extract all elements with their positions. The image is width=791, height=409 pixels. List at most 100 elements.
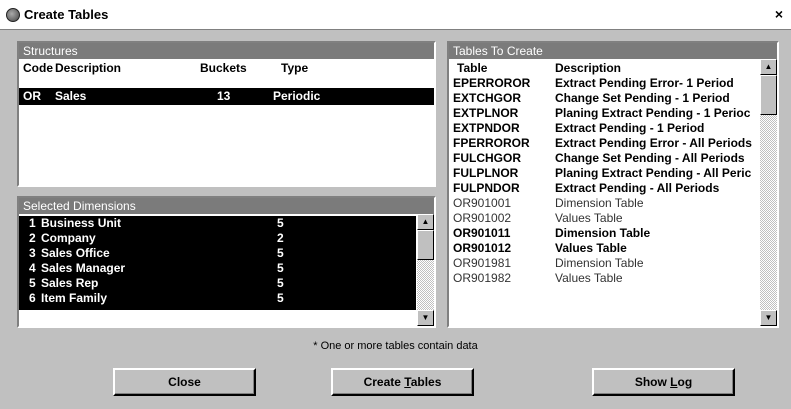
tables-scrollbar[interactable]: ▲ ▼: [760, 59, 777, 326]
dimension-index: 6: [29, 291, 36, 305]
dimension-value: 2: [277, 231, 284, 245]
table-name: OR901001: [453, 196, 512, 210]
table-description: Planing Extract Pending - All Peric: [555, 166, 752, 180]
dimension-index: 2: [29, 231, 36, 245]
close-icon[interactable]: ×: [771, 6, 787, 22]
dimension-row[interactable]: 3 Sales Office 5: [19, 246, 416, 261]
structure-code: OR: [23, 89, 41, 103]
table-name: OR901012: [453, 241, 512, 255]
show-log-label-post: og: [677, 375, 693, 389]
scroll-up-arrow-icon[interactable]: ▲: [760, 59, 777, 75]
close-button-label: Close: [168, 375, 201, 389]
tables-list[interactable]: Table Description EPERROROR Extract Pendi…: [449, 61, 759, 326]
table-name: OR901982: [453, 271, 512, 285]
table-row[interactable]: OR901002 Values Table: [449, 211, 759, 226]
create-tables-label-pre: Create: [363, 375, 405, 389]
column-table: Table: [457, 61, 488, 75]
tables-to-create-panel: Tables To Create Table Description EPERR…: [447, 41, 779, 328]
show-log-label-pre: Show: [634, 375, 671, 389]
table-name: EXTPLNOR: [453, 106, 519, 120]
table-name: OR901002: [453, 211, 512, 225]
table-name: EXTPNDOR: [453, 121, 520, 135]
close-button[interactable]: Close: [113, 368, 256, 396]
tables-column-headers: Table Description: [449, 61, 759, 76]
table-description: Values Table: [555, 211, 623, 225]
table-description: Change Set Pending - 1 Period: [555, 91, 730, 105]
table-description: Extract Pending Error- 1 Period: [555, 76, 734, 90]
table-name: FULPNDOR: [453, 181, 520, 195]
window-title: Create Tables: [24, 7, 109, 22]
table-row[interactable]: OR901001 Dimension Table: [449, 196, 759, 211]
scroll-thumb[interactable]: [417, 230, 434, 260]
dimension-value: 5: [277, 216, 284, 230]
table-row[interactable]: OR901012 Values Table: [449, 241, 759, 256]
table-row[interactable]: FPERROROR Extract Pending Error - All Per…: [449, 136, 759, 151]
scroll-down-arrow-icon[interactable]: ▼: [417, 310, 434, 326]
dimension-row[interactable]: 1 Business Unit 5: [19, 216, 416, 231]
selected-dimensions-list[interactable]: 1 Business Unit 5 2 Company 2 3 Sales Of…: [19, 216, 416, 310]
dimension-row[interactable]: 6 Item Family 5: [19, 291, 416, 306]
dimension-index: 1: [29, 216, 36, 230]
table-description: Dimension Table: [555, 196, 644, 210]
table-name: OR901011: [453, 226, 511, 240]
dimension-name: Sales Office: [41, 246, 110, 260]
table-description: Values Table: [555, 241, 627, 255]
table-row[interactable]: EXTPLNOR Planing Extract Pending - 1 Peri…: [449, 106, 759, 121]
table-row[interactable]: EPERROROR Extract Pending Error- 1 Period: [449, 76, 759, 91]
app-icon: [6, 8, 20, 22]
table-row[interactable]: FULPNDOR Extract Pending - All Periods: [449, 181, 759, 196]
column-buckets: Buckets: [200, 61, 247, 75]
structure-type: Periodic: [273, 89, 321, 103]
table-name: FPERROROR: [453, 136, 530, 150]
dimension-name: Business Unit: [41, 216, 122, 230]
dimension-row[interactable]: 4 Sales Manager 5: [19, 261, 416, 276]
show-log-accelerator: L: [670, 375, 678, 389]
structure-description: Sales: [55, 89, 87, 103]
column-type: Type: [281, 61, 309, 75]
table-name: FULCHGOR: [453, 151, 521, 165]
column-description: Description: [555, 61, 622, 75]
structure-buckets: 13: [217, 89, 231, 103]
table-row[interactable]: OR901981 Dimension Table: [449, 256, 759, 271]
data-warning-note: * One or more tables contain data: [313, 340, 478, 352]
table-description: Planing Extract Pending - 1 Perioc: [555, 106, 751, 120]
table-description: Values Table: [555, 271, 623, 285]
tables-to-create-header: Tables To Create: [449, 43, 777, 59]
dimension-value: 5: [277, 291, 284, 305]
structure-row[interactable]: OR Sales 13 Periodic: [19, 88, 434, 105]
table-description: Dimension Table: [555, 256, 644, 270]
table-row[interactable]: OR901011 Dimension Table: [449, 226, 759, 241]
dimension-row[interactable]: 2 Company 2: [19, 231, 416, 246]
selected-dimensions-panel: Selected Dimensions 1 Business Unit 5 2 …: [17, 196, 436, 328]
table-row[interactable]: FULCHGOR Change Set Pending - All Periods: [449, 151, 759, 166]
dimension-row[interactable]: 5 Sales Rep 5: [19, 276, 416, 291]
create-tables-button[interactable]: Create Tables: [331, 368, 474, 396]
column-code: Code: [23, 61, 53, 75]
scroll-thumb[interactable]: [760, 75, 777, 115]
structures-panel: Structures Code Description Buckets Type…: [17, 41, 436, 187]
table-row[interactable]: OR901982 Values Table: [449, 271, 759, 286]
table-description: Extract Pending Error - All Periods: [555, 136, 752, 150]
dimension-name: Item Family: [41, 291, 108, 305]
table-name: EXTCHGOR: [453, 91, 522, 105]
table-description: Dimension Table: [555, 226, 651, 240]
table-description: Change Set Pending - All Periods: [555, 151, 745, 165]
dimension-value: 5: [277, 276, 284, 290]
create-tables-label-post: ables: [410, 375, 442, 389]
table-description: Extract Pending - 1 Period: [555, 121, 705, 135]
dimension-value: 5: [277, 261, 284, 275]
show-log-button[interactable]: Show Log: [592, 368, 735, 396]
scroll-down-arrow-icon[interactable]: ▼: [760, 310, 777, 326]
scroll-up-arrow-icon[interactable]: ▲: [417, 214, 434, 230]
table-row[interactable]: FULPLNOR Planing Extract Pending - All Pe…: [449, 166, 759, 181]
dimension-name: Sales Manager: [41, 261, 126, 275]
dimension-name: Company: [41, 231, 96, 245]
table-name: FULPLNOR: [453, 166, 519, 180]
dimension-value: 5: [277, 246, 284, 260]
structures-header: Structures: [19, 43, 434, 59]
title-bar: Create Tables ×: [0, 0, 791, 30]
table-row[interactable]: EXTPNDOR Extract Pending - 1 Period: [449, 121, 759, 136]
table-row[interactable]: EXTCHGOR Change Set Pending - 1 Period: [449, 91, 759, 106]
table-description: Extract Pending - All Periods: [555, 181, 720, 195]
dimensions-scrollbar[interactable]: ▲ ▼: [417, 214, 434, 326]
